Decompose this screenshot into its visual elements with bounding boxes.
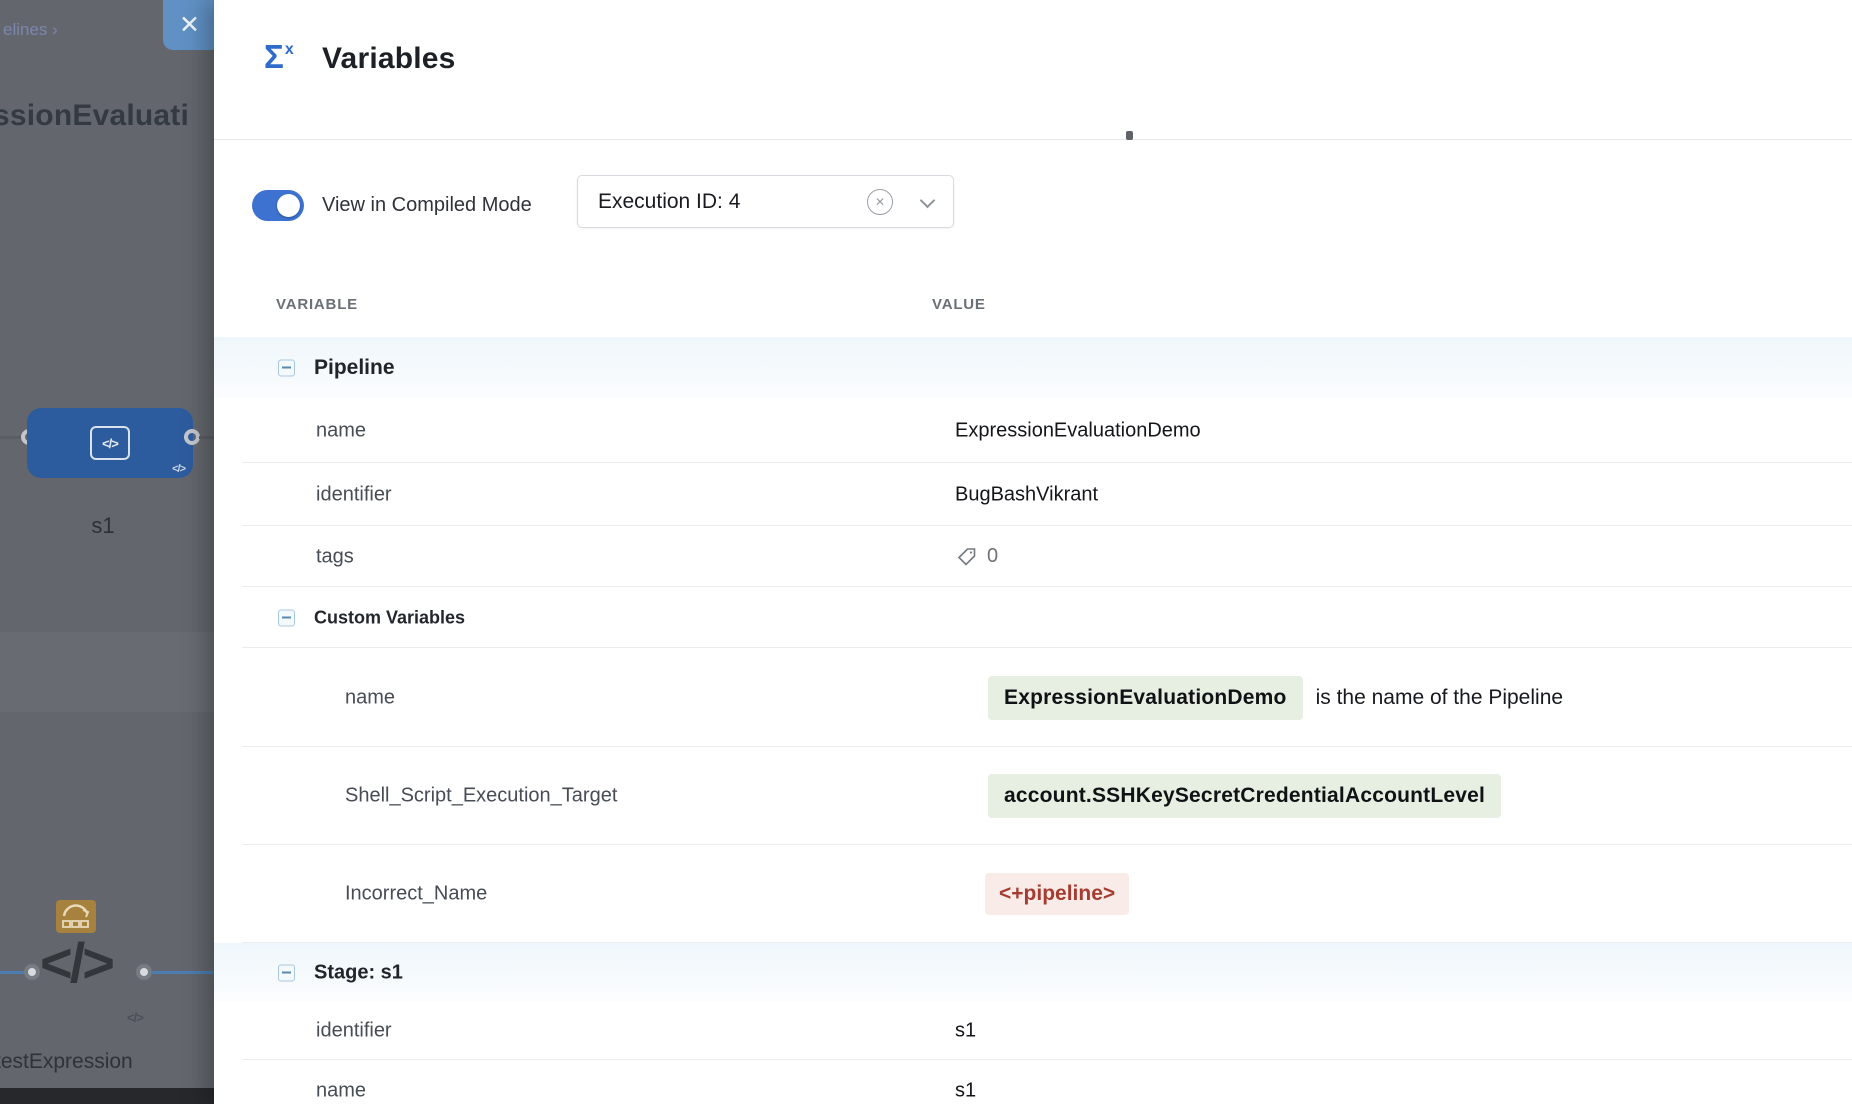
table-row: name ExpressionEvaluationDemo is the nam… <box>214 648 1852 747</box>
row-value: s1 <box>955 1080 976 1103</box>
value-suffix: is the name of the Pipeline <box>1316 686 1564 710</box>
chevron-down-icon[interactable] <box>920 193 936 209</box>
dimmed-background-scrim: elines › ssionEvaluati </> </> s1 › ✓ Ex… <box>0 0 214 1104</box>
step-label: testExpression <box>0 1050 133 1074</box>
section-title: Pipeline <box>314 356 395 380</box>
toggle-knob <box>277 194 300 217</box>
mouse-cursor-artifact <box>1126 131 1133 140</box>
row-key: Shell_Script_Execution_Target <box>345 785 617 808</box>
pipeline-edge-line <box>199 436 214 439</box>
custom-stage-icon: </> <box>90 426 130 460</box>
section-header-pipeline[interactable]: Pipeline <box>214 337 1852 398</box>
table-row: tags 0 <box>214 526 1852 587</box>
collapse-minus-icon[interactable] <box>278 359 295 376</box>
execution-id-dropdown[interactable]: Execution ID: 4 ✕ <box>577 175 954 228</box>
code-badge-icon: </> <box>127 1010 143 1025</box>
tag-icon <box>955 545 979 569</box>
column-header-variable: VARIABLE <box>276 296 358 313</box>
close-button[interactable]: ✕ <box>163 0 216 50</box>
table-row: Shell_Script_Execution_Target account.SS… <box>214 747 1852 845</box>
row-value: ExpressionEvaluationDemo is the name of … <box>955 676 1563 720</box>
row-key: identifier <box>316 483 392 506</box>
step-port <box>24 964 40 980</box>
highlighted-value: account.SSHKeySecretCredentialAccountLev… <box>988 774 1501 818</box>
section-title: Stage: s1 <box>314 961 403 984</box>
highlighted-value: ExpressionEvaluationDemo <box>988 676 1303 720</box>
breadcrumb: elines › <box>3 20 58 40</box>
row-value: <+pipeline> <box>955 873 1129 915</box>
execution-edge-line <box>0 971 25 974</box>
panel-title: Variables <box>322 42 456 76</box>
row-value: ExpressionEvaluationDemo <box>955 419 1201 442</box>
row-key: name <box>316 419 366 442</box>
stage-tab-strip: › ✓ Exe <box>0 632 214 712</box>
execution-edge-line <box>151 971 214 974</box>
compiled-mode-toggle[interactable] <box>252 190 304 221</box>
row-key: name <box>316 1080 366 1103</box>
collapse-minus-icon[interactable] <box>278 609 295 626</box>
close-icon: ✕ <box>179 10 200 40</box>
section-title: Custom Variables <box>314 607 465 628</box>
collapse-minus-icon[interactable] <box>278 964 295 981</box>
table-row: identifier BugBashVikrant <box>214 463 1852 526</box>
row-key: name <box>345 686 395 709</box>
variables-panel: Σx Variables View in Compiled Mode Execu… <box>214 0 1852 1104</box>
code-badge-icon: </> <box>172 463 185 475</box>
table-row: identifier s1 <box>214 1002 1852 1060</box>
row-value: account.SSHKeySecretCredentialAccountLev… <box>955 774 1501 818</box>
row-key: identifier <box>316 1020 392 1043</box>
pipeline-title-fragment: ssionEvaluati <box>0 99 189 133</box>
step-port <box>136 964 152 980</box>
table-row: name s1 <box>214 1060 1852 1104</box>
table-row: Incorrect_Name <+pipeline> <box>214 845 1852 943</box>
row-value: 0 <box>955 545 998 569</box>
screen: elines › ssionEvaluati </> </> s1 › ✓ Ex… <box>0 0 1852 1104</box>
table-row: name ExpressionEvaluationDemo <box>214 398 1852 463</box>
row-value: s1 <box>955 1020 976 1043</box>
node-port <box>184 429 200 445</box>
stage-node-label: s1 <box>58 513 148 539</box>
section-header-stage-s1[interactable]: Stage: s1 <box>214 943 1852 1002</box>
column-header-value: VALUE <box>932 296 986 313</box>
execution-id-value: Execution ID: 4 <box>598 190 740 214</box>
shell-script-step-icon: </> <box>40 930 112 995</box>
row-value: BugBashVikrant <box>955 483 1098 506</box>
error-value: <+pipeline> <box>985 873 1129 915</box>
header-divider <box>214 139 1852 140</box>
clear-selection-icon[interactable]: ✕ <box>867 189 893 215</box>
row-key: Incorrect_Name <box>345 883 487 906</box>
compiled-mode-label: View in Compiled Mode <box>322 194 532 217</box>
row-key: tags <box>316 545 354 568</box>
section-header-custom-variables[interactable]: Custom Variables <box>214 587 1852 648</box>
pipeline-edge-line <box>0 436 22 439</box>
console-band <box>0 1088 214 1104</box>
tag-count: 0 <box>987 545 998 568</box>
stage-node-s1: </> </> <box>27 408 193 478</box>
sigma-variables-icon: Σx <box>264 38 294 76</box>
